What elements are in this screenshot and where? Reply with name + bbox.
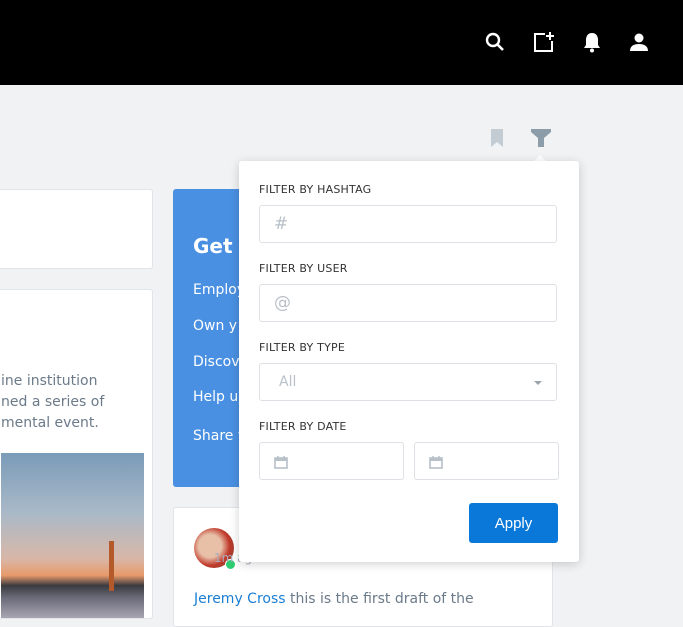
- type-select[interactable]: All: [259, 363, 557, 401]
- user-icon[interactable]: [627, 30, 651, 54]
- hashtag-label: FILTER BY HASHTAG: [259, 183, 372, 196]
- hashtag-input[interactable]: #: [259, 205, 557, 243]
- start-date-input[interactable]: [259, 442, 404, 480]
- filter-popup: FILTER BY HASHTAG # FILTER BY USER @ FIL…: [239, 161, 579, 562]
- post-text-line: ine institution: [1, 373, 98, 389]
- type-select-value: All: [279, 374, 297, 390]
- user-input[interactable]: @: [259, 284, 557, 322]
- new-post-icon[interactable]: [532, 30, 556, 54]
- search-icon[interactable]: [483, 30, 507, 54]
- bookmark-icon[interactable]: [490, 128, 504, 148]
- bell-icon[interactable]: [580, 30, 604, 54]
- post-body: Jeremy Cross this is the first draft of …: [194, 591, 474, 607]
- apply-button[interactable]: Apply: [469, 503, 558, 543]
- composer-card: [0, 189, 153, 269]
- end-date-input[interactable]: [414, 442, 559, 480]
- promo-item[interactable]: Discov: [193, 354, 240, 370]
- top-navbar: [0, 0, 683, 85]
- post-card: ine institution ned a series of mental e…: [0, 289, 153, 619]
- user-label: FILTER BY USER: [259, 262, 348, 275]
- post-text-line: mental event.: [1, 415, 99, 431]
- date-label: FILTER BY DATE: [259, 420, 347, 433]
- promo-item[interactable]: Own y: [193, 318, 237, 334]
- type-label: FILTER BY TYPE: [259, 341, 345, 354]
- calendar-icon: [274, 456, 288, 469]
- author-link[interactable]: Jeremy Cross: [194, 591, 286, 607]
- filter-icon[interactable]: [531, 129, 551, 147]
- golden-gate-photo[interactable]: [1, 453, 144, 618]
- promo-item[interactable]: Help u: [193, 389, 238, 405]
- post-text-line: ned a series of: [1, 394, 105, 410]
- promo-item[interactable]: Employ: [193, 282, 245, 298]
- chevron-down-icon: [534, 381, 542, 385]
- calendar-icon: [429, 456, 443, 469]
